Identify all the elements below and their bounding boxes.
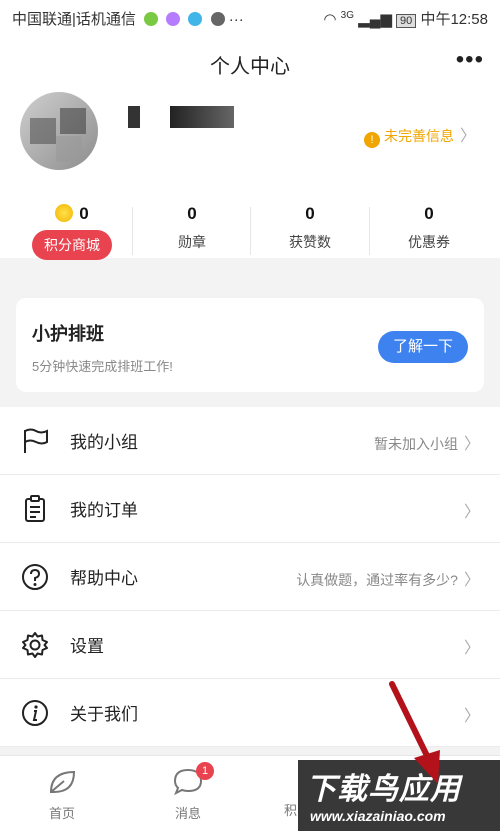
gear-icon bbox=[22, 632, 48, 658]
chevron-right-icon: 〉 bbox=[459, 128, 476, 145]
menu-item-label: 关于我们 bbox=[70, 705, 138, 724]
warning-icon: ! bbox=[363, 132, 380, 148]
coin-icon bbox=[55, 204, 74, 222]
menu-item-settings[interactable]: 设置 〉 bbox=[0, 611, 500, 679]
menu-item-label: 设置 bbox=[70, 637, 104, 656]
tab-label: 消息 bbox=[174, 806, 201, 821]
avatar-pixel bbox=[30, 118, 56, 144]
status-bar: 中国联通|话机通信 ··· ◠ 3G ▂▄▆ 90 中午12:58 bbox=[0, 0, 500, 36]
points-mall-button[interactable]: 积分商城 bbox=[32, 230, 112, 260]
avatar-pixel bbox=[60, 108, 86, 134]
tab-home[interactable]: 首页 bbox=[12, 764, 112, 822]
menu-item-label: 我的订单 bbox=[70, 501, 138, 520]
info-icon bbox=[22, 700, 48, 726]
stat-label: 获赞数 bbox=[289, 234, 331, 250]
stat-likes[interactable]: 0 获赞数 bbox=[250, 204, 370, 252]
tab-label: 首页 bbox=[48, 806, 75, 821]
stat-points[interactable]: 0 积分商城 bbox=[12, 204, 132, 260]
carrier-label: 中国联通|话机通信 bbox=[12, 11, 136, 28]
learn-more-button[interactable]: 了解一下 bbox=[378, 331, 468, 363]
leaf-icon bbox=[49, 770, 76, 793]
more-icon[interactable]: ••• bbox=[456, 46, 484, 74]
menu-item-note: 认真做题，通过率有多少? 〉 bbox=[296, 566, 480, 590]
avatar[interactable] bbox=[20, 92, 98, 170]
clock: 中午12:58 bbox=[420, 11, 488, 28]
username-redacted bbox=[128, 106, 140, 128]
menu-item-label: 帮助中心 bbox=[70, 569, 138, 588]
profile-card: ! 未完善信息〉 0 积分商城 0 勋章 0 获赞数 0 优惠券 bbox=[0, 92, 500, 260]
menu-item-note: 暂未加入小组〉 bbox=[374, 430, 480, 454]
status-left: 中国联通|话机通信 ··· bbox=[12, 8, 244, 29]
question-icon bbox=[22, 564, 48, 590]
username-redacted bbox=[170, 106, 234, 128]
clipboard-icon bbox=[25, 495, 45, 522]
scheduling-banner[interactable]: 小护排班 5分钟快速完成排班工作! 了解一下 bbox=[16, 298, 484, 392]
chevron-right-icon: 〉 bbox=[463, 708, 480, 725]
chevron-right-icon: 〉 bbox=[463, 572, 480, 589]
stat-medals[interactable]: 0 勋章 bbox=[132, 204, 252, 252]
status-right: ◠ 3G ▂▄▆ 90 中午12:58 bbox=[323, 8, 488, 29]
app-notification-icon bbox=[188, 12, 203, 26]
watermark-url: www.xiazainiao.com bbox=[310, 808, 446, 824]
wifi-icon: ◠ bbox=[323, 11, 337, 28]
signal-icon: ▂▄▆ bbox=[358, 11, 392, 28]
chat-notification-icon bbox=[210, 12, 225, 26]
menu-item-my-group[interactable]: 我的小组 暂未加入小组〉 bbox=[0, 407, 500, 475]
stat-coupons[interactable]: 0 优惠券 bbox=[369, 204, 489, 252]
menu-item-note: 〉 bbox=[458, 702, 480, 726]
avatar-pixel bbox=[56, 136, 82, 162]
menu-note-text: 认真做题，通过率有多少? bbox=[296, 572, 458, 588]
chevron-right-icon: 〉 bbox=[463, 640, 480, 657]
banner-title: 小护排班 bbox=[32, 324, 104, 344]
flag-icon bbox=[24, 428, 48, 453]
chevron-right-icon: 〉 bbox=[463, 504, 480, 521]
stat-value: 0 bbox=[187, 204, 197, 223]
page-header: 个人中心 ••• bbox=[0, 36, 500, 92]
tab-messages[interactable]: 消息 bbox=[138, 764, 238, 822]
chevron-right-icon: 〉 bbox=[463, 436, 480, 453]
banner-subtitle: 5分钟快速完成排班工作! bbox=[32, 359, 173, 374]
stat-label: 优惠券 bbox=[408, 234, 450, 250]
menu-item-note: 〉 bbox=[458, 634, 480, 658]
battery-indicator: 90 bbox=[396, 14, 417, 28]
app-notification-icon bbox=[166, 12, 181, 26]
menu-note-text: 暂未加入小组 bbox=[373, 436, 458, 452]
app-notification-icon bbox=[144, 12, 159, 26]
network-type: 3G bbox=[340, 10, 354, 21]
more-notifications-icon: ··· bbox=[228, 11, 244, 28]
page-title: 个人中心 bbox=[210, 56, 290, 78]
menu-item-my-orders[interactable]: 我的订单 〉 bbox=[0, 475, 500, 543]
menu-item-label: 我的小组 bbox=[70, 433, 138, 452]
incomplete-info-link[interactable]: ! 未完善信息〉 bbox=[363, 122, 476, 148]
menu-item-note: 〉 bbox=[458, 498, 480, 522]
stat-label: 勋章 bbox=[178, 234, 206, 250]
stat-value: 0 bbox=[424, 204, 434, 223]
incomplete-info-label: 未完善信息 bbox=[383, 128, 454, 144]
message-badge: 1 bbox=[196, 762, 214, 780]
menu-item-help-center[interactable]: 帮助中心 认真做题，通过率有多少? 〉 bbox=[0, 543, 500, 611]
stat-value: 0 bbox=[79, 204, 89, 223]
stat-value: 0 bbox=[305, 204, 315, 223]
red-arrow-annotation bbox=[389, 681, 440, 784]
